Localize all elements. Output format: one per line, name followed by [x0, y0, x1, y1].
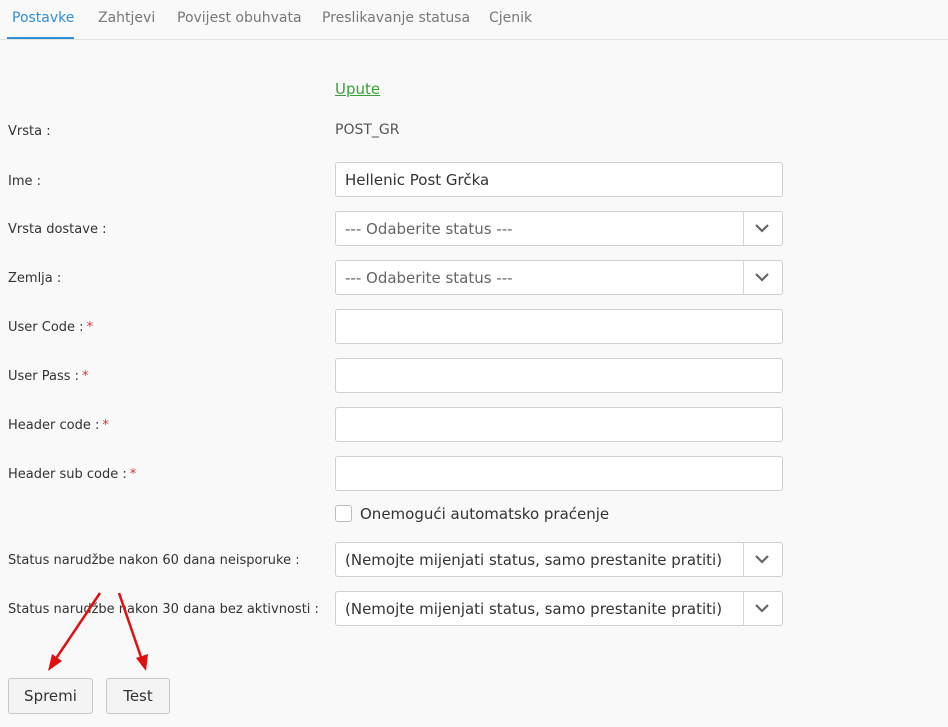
status-60-select[interactable]: (Nemojte mijenjati status, samo prestani… [335, 542, 783, 577]
tab-preslikavanje-statusa[interactable]: Preslikavanje statusa [322, 10, 470, 26]
user-code-input[interactable] [335, 309, 783, 344]
status-30-selected: (Nemojte mijenjati status, samo prestani… [345, 600, 723, 618]
vrsta-dostave-label: Vrsta dostave : [8, 222, 107, 237]
status-30-select[interactable]: (Nemojte mijenjati status, samo prestani… [335, 591, 783, 626]
tab-povijest-obuhvata[interactable]: Povijest obuhvata [177, 10, 302, 26]
status-60-dropdown-toggle[interactable] [743, 543, 782, 576]
zemlja-selected: --- Odaberite status --- [345, 269, 513, 287]
vrsta-label: Vrsta : [8, 124, 51, 139]
status-30-dropdown-toggle[interactable] [743, 592, 782, 625]
tab-bar: Postavke Zahtjevi Povijest obuhvata Pres… [0, 0, 948, 40]
disable-tracking-checkbox[interactable] [335, 505, 352, 522]
header-sub-code-input[interactable] [335, 456, 783, 491]
save-button[interactable]: Spremi [8, 678, 93, 714]
status-30-label: Status narudžbe nakon 30 dana bez aktivn… [8, 602, 319, 617]
zemlja-select[interactable]: --- Odaberite status --- [335, 260, 783, 295]
required-marker: * [86, 320, 94, 335]
zemlja-dropdown-toggle[interactable] [743, 261, 782, 294]
required-marker: * [129, 467, 137, 482]
vrsta-dostave-selected: --- Odaberite status --- [345, 220, 513, 238]
ime-label: Ime : [8, 174, 42, 189]
active-tab-indicator [7, 37, 74, 39]
zemlja-label: Zemlja : [8, 271, 62, 286]
user-pass-input[interactable] [335, 358, 783, 393]
test-button[interactable]: Test [106, 678, 170, 714]
chevron-down-icon [755, 273, 769, 282]
chevron-down-icon [755, 555, 769, 564]
user-code-label: User Code : * [8, 320, 94, 335]
tab-zahtjevi[interactable]: Zahtjevi [98, 10, 155, 26]
tab-cjenik[interactable]: Cjenik [489, 10, 532, 26]
required-marker: * [102, 418, 109, 433]
disable-tracking-label[interactable]: Onemogući automatsko praćenje [360, 505, 609, 523]
ime-input-value: Hellenic Post Grčka [345, 171, 490, 189]
status-60-label: Status narudžbe nakon 60 dana neisporuke… [8, 553, 300, 568]
ime-input[interactable]: Hellenic Post Grčka [335, 162, 783, 197]
help-link[interactable]: Upute [335, 80, 380, 98]
user-pass-label: User Pass : * [8, 369, 89, 384]
status-60-selected: (Nemojte mijenjati status, samo prestani… [345, 551, 723, 569]
chevron-down-icon [755, 604, 769, 613]
vrsta-dostave-select[interactable]: --- Odaberite status --- [335, 211, 783, 246]
chevron-down-icon [755, 224, 769, 233]
vrsta-dostave-dropdown-toggle[interactable] [743, 212, 782, 245]
header-code-input[interactable] [335, 407, 783, 442]
header-code-label: Header code : * [8, 418, 109, 433]
required-marker: * [82, 369, 89, 384]
tab-postavke[interactable]: Postavke [12, 10, 74, 26]
vrsta-value: POST_GR [335, 122, 400, 138]
header-sub-code-label: Header sub code : * [8, 467, 137, 482]
